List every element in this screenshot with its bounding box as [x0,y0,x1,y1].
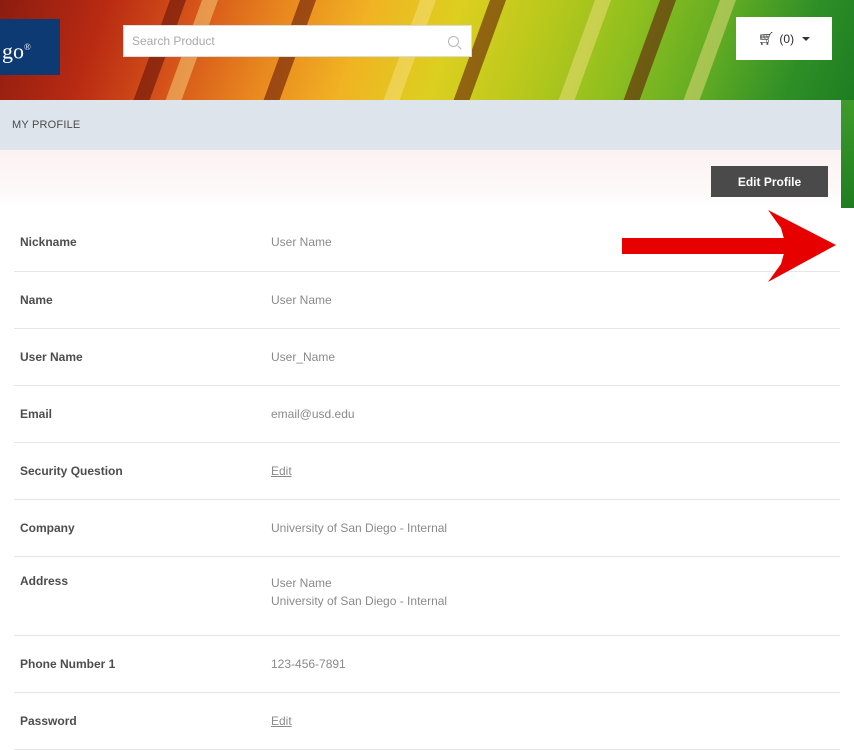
address-value: User Name University of San Diego - Inte… [271,574,447,610]
profile-row-address: Address User Name University of San Dieg… [14,557,840,636]
profile-row-password: Password Edit [14,693,840,750]
search-icon[interactable] [448,36,459,47]
nickname-value: User Name [271,235,332,249]
banner-stripe [672,0,744,100]
cart-dropdown-button[interactable]: 🛒︎ (0) [736,17,832,60]
red-arrow-icon [622,210,836,282]
company-label: Company [20,521,75,535]
email-value: email@usd.edu [271,407,355,421]
profile-row-phone: Phone Number 1 123-456-7891 [14,636,840,693]
phone-label: Phone Number 1 [20,657,116,671]
username-label: User Name [20,350,83,364]
logo-mark: ® [24,42,31,52]
profile-details: Nickname User Name Name User Name User N… [14,214,840,750]
header-banner: go® 🛒︎ (0) [0,0,854,100]
nickname-label: Nickname [20,235,77,249]
profile-row-email: Email email@usd.edu [14,386,840,443]
banner-edge [841,100,854,208]
arrow-shaft [622,238,790,254]
search-box[interactable] [123,25,472,57]
profile-row-company: Company University of San Diego - Intern… [14,500,840,557]
email-label: Email [20,407,53,421]
site-logo[interactable]: go® [0,19,60,75]
banner-stripe [612,0,684,100]
security-question-edit-link[interactable]: Edit [271,464,292,478]
name-value: User Name [271,293,332,307]
edit-profile-button[interactable]: Edit Profile [711,166,828,197]
profile-row-username: User Name User_Name [14,329,840,386]
address-label: Address [20,574,69,588]
company-value: University of San Diego - Internal [271,521,448,535]
username-value: User_Name [271,350,336,364]
search-input[interactable] [132,26,432,56]
banner-stripe [547,0,619,100]
address-line-2: University of San Diego - Internal [271,594,448,608]
page-title-bar: MY PROFILE [0,100,841,150]
page-title: MY PROFILE [12,119,81,131]
password-label: Password [20,714,77,728]
password-edit-link[interactable]: Edit [271,714,292,728]
profile-row-security-question: Security Question Edit [14,443,840,500]
security-question-label: Security Question [20,464,123,478]
address-line-1: User Name [271,576,332,590]
logo-text: go [2,38,24,64]
chevron-down-icon [802,36,811,41]
cart-icon: 🛒︎ [757,30,775,46]
cart-count: (0) [779,31,795,46]
name-label: Name [20,293,53,307]
phone-value: 123-456-7891 [271,657,346,671]
